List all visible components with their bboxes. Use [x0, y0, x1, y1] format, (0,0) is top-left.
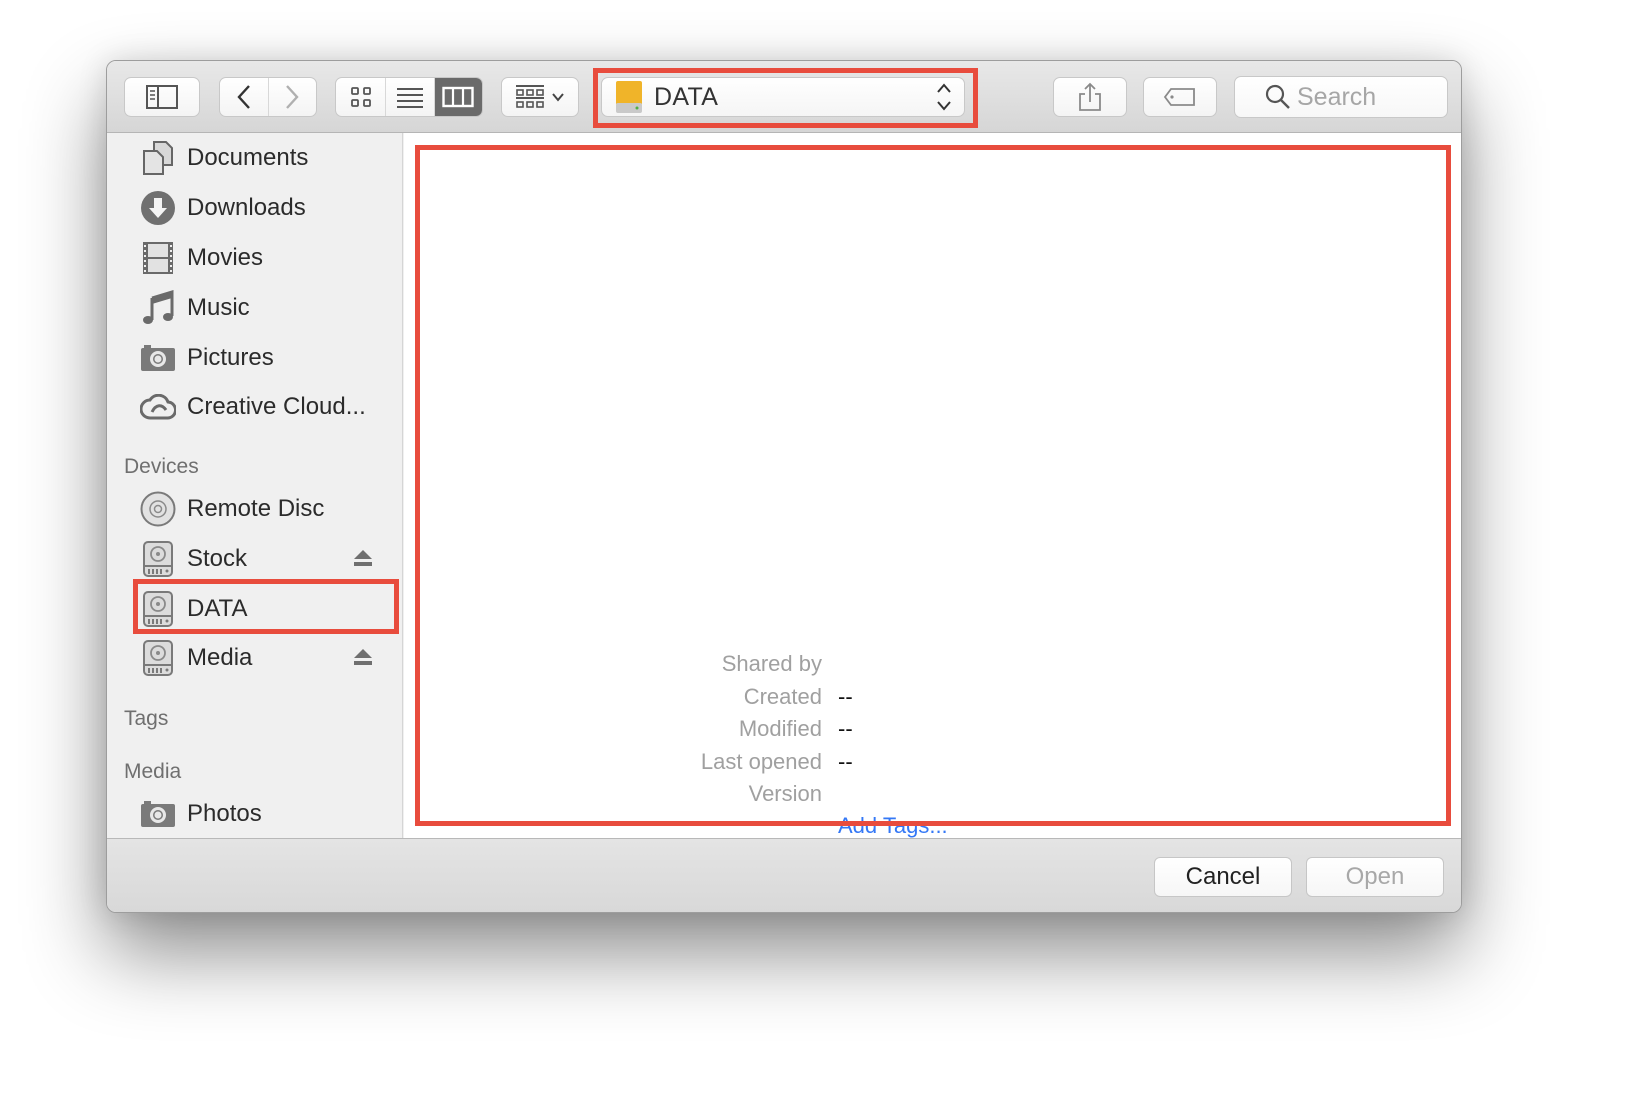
search-field[interactable]: Search	[1234, 76, 1448, 118]
devices-heading: Devices	[124, 455, 199, 478]
sidebar-item-music[interactable]: Music	[139, 288, 250, 328]
group-by-button[interactable]	[501, 77, 579, 117]
sidebar-item-label: Media	[187, 644, 253, 671]
sidebar-item-label: Movies	[187, 244, 264, 271]
dialog-footer: Cancel Open	[107, 838, 1461, 912]
list-icon	[396, 88, 423, 108]
sidebar-item-remote-disc[interactable]: Remote Disc	[139, 489, 324, 529]
sidebar-item-label: Downloads	[187, 194, 306, 221]
photos-icon	[139, 795, 177, 833]
documents-icon	[139, 139, 177, 177]
movies-icon	[139, 239, 177, 277]
back-button[interactable]	[220, 78, 268, 116]
tag-icon	[1163, 88, 1195, 106]
arrange-icon	[516, 85, 544, 108]
sidebar-item-documents[interactable]: Documents	[139, 138, 308, 178]
media-heading: Media	[124, 760, 182, 783]
search-placeholder: Search	[1297, 82, 1377, 111]
sidebar: Documents Downloads Movies Music Picture…	[107, 133, 403, 838]
sidebar-icon	[146, 85, 178, 109]
eject-icon	[354, 649, 372, 665]
pictures-icon	[139, 339, 177, 377]
chevron-left-icon	[237, 85, 250, 109]
chevron-down-icon	[552, 93, 564, 102]
eject-icon	[354, 550, 372, 566]
share-icon	[1079, 82, 1101, 111]
sidebar-item-media[interactable]: Media	[139, 638, 252, 678]
icon-view-button[interactable]	[336, 78, 385, 116]
content-area-highlight	[415, 145, 1451, 826]
share-button[interactable]	[1053, 77, 1127, 117]
sidebar-item-label: Stock	[187, 545, 248, 572]
column-view-button[interactable]	[433, 78, 482, 116]
sidebar-item-creative-cloud[interactable]: Creative Cloud...	[139, 387, 366, 427]
disc-icon	[139, 490, 177, 528]
sidebar-item-downloads[interactable]: Downloads	[139, 188, 306, 228]
chevron-right-icon	[286, 85, 300, 109]
creative-cloud-icon	[139, 388, 177, 426]
sidebar-toggle-button[interactable]	[124, 77, 200, 117]
tags-heading: Tags	[124, 707, 169, 730]
eject-stock-button[interactable]	[353, 549, 375, 569]
downloads-icon	[139, 189, 177, 227]
open-button[interactable]: Open	[1306, 857, 1444, 897]
open-file-dialog: DATA Search Documents Downloads Movies M…	[106, 60, 1462, 913]
forward-button[interactable]	[267, 78, 316, 116]
data-device-highlight	[133, 579, 399, 634]
music-icon	[139, 289, 177, 327]
navigation-buttons	[219, 77, 317, 117]
view-mode-selector	[335, 77, 483, 117]
sidebar-item-photos[interactable]: Photos	[139, 794, 262, 834]
edit-tags-button[interactable]	[1143, 77, 1217, 117]
sidebar-item-label: Creative Cloud...	[187, 393, 366, 420]
hard-drive-icon	[139, 639, 177, 677]
sidebar-item-label: Remote Disc	[187, 495, 325, 522]
sidebar-item-label: Photos	[187, 800, 262, 827]
path-popup-highlight	[593, 68, 978, 128]
sidebar-item-label: Music	[187, 294, 250, 321]
sidebar-item-stock[interactable]: Stock	[139, 539, 247, 579]
list-view-button[interactable]	[385, 78, 433, 116]
search-icon	[1265, 84, 1290, 109]
cancel-button[interactable]: Cancel	[1154, 857, 1292, 897]
eject-media-button[interactable]	[353, 648, 375, 668]
hard-drive-icon	[139, 540, 177, 578]
sidebar-item-movies[interactable]: Movies	[139, 238, 263, 278]
sidebar-item-label: Documents	[187, 144, 309, 171]
columns-icon	[442, 86, 475, 108]
sidebar-item-label: Pictures	[187, 344, 274, 371]
grid-icon	[350, 87, 371, 107]
sidebar-item-pictures[interactable]: Pictures	[139, 338, 274, 378]
